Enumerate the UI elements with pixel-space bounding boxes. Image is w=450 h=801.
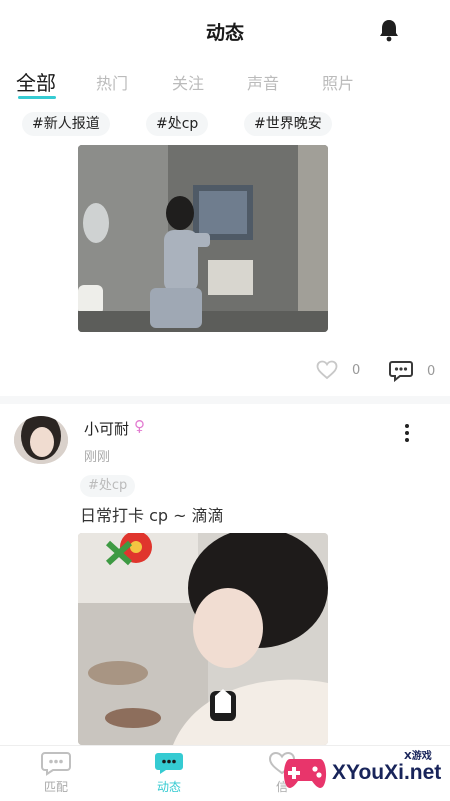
post1-comment-count: 0: [427, 363, 436, 379]
tab-photo[interactable]: 照片: [322, 70, 354, 94]
post-divider: [0, 396, 450, 404]
topic-tag-newcomer[interactable]: #新人报道: [22, 112, 110, 136]
post1-comment[interactable]: 0: [389, 360, 435, 382]
post2-topic-tag[interactable]: #处cp: [80, 475, 136, 497]
active-tab-indicator: [18, 96, 56, 99]
top-bar: 动态: [0, 0, 450, 62]
post1-like-count: 0: [352, 362, 361, 378]
gamepad-logo-icon: [283, 759, 327, 788]
topic-tag-good-night[interactable]: #世界晚安: [244, 112, 332, 136]
tab-follow[interactable]: 关注: [172, 70, 204, 94]
post-photo-mirror-selfie[interactable]: [78, 145, 328, 332]
topic-tag-cp[interactable]: #处cp: [146, 112, 209, 136]
post-photo-dinner[interactable]: [78, 533, 328, 745]
nav-item-match[interactable]: 匹配: [26, 750, 86, 795]
watermark-sub: X游戏: [404, 751, 432, 762]
feed-tabs: 全部 热门 关注 声音 照片: [0, 62, 450, 106]
avatar[interactable]: [14, 416, 68, 464]
more-options-icon[interactable]: [402, 424, 412, 446]
watermark-brand: XYouXi.net: [332, 761, 442, 784]
moments-icon: [155, 753, 183, 774]
nav-item-moments[interactable]: 动态: [139, 750, 199, 795]
post2-timestamp: 刚刚: [84, 450, 111, 465]
nav-label-moments: 动态: [156, 780, 181, 794]
watermark: X游戏 XYouXi.net: [280, 745, 450, 800]
chat-bubble-icon: [41, 752, 71, 776]
post2-username[interactable]: 小可耐: [84, 418, 129, 439]
heart-icon[interactable]: [316, 360, 338, 380]
female-icon: ♀: [134, 417, 145, 435]
post1-like[interactable]: 0: [316, 360, 360, 380]
tab-voice[interactable]: 声音: [247, 70, 279, 94]
comment-icon[interactable]: [389, 360, 413, 382]
post2-text: 日常打卡 cp ~ 滴滴: [80, 506, 224, 525]
nav-label-match: 匹配: [43, 780, 68, 794]
bell-icon[interactable]: [378, 18, 400, 42]
tab-all[interactable]: 全部: [16, 67, 56, 96]
tab-hot[interactable]: 热门: [96, 70, 128, 94]
